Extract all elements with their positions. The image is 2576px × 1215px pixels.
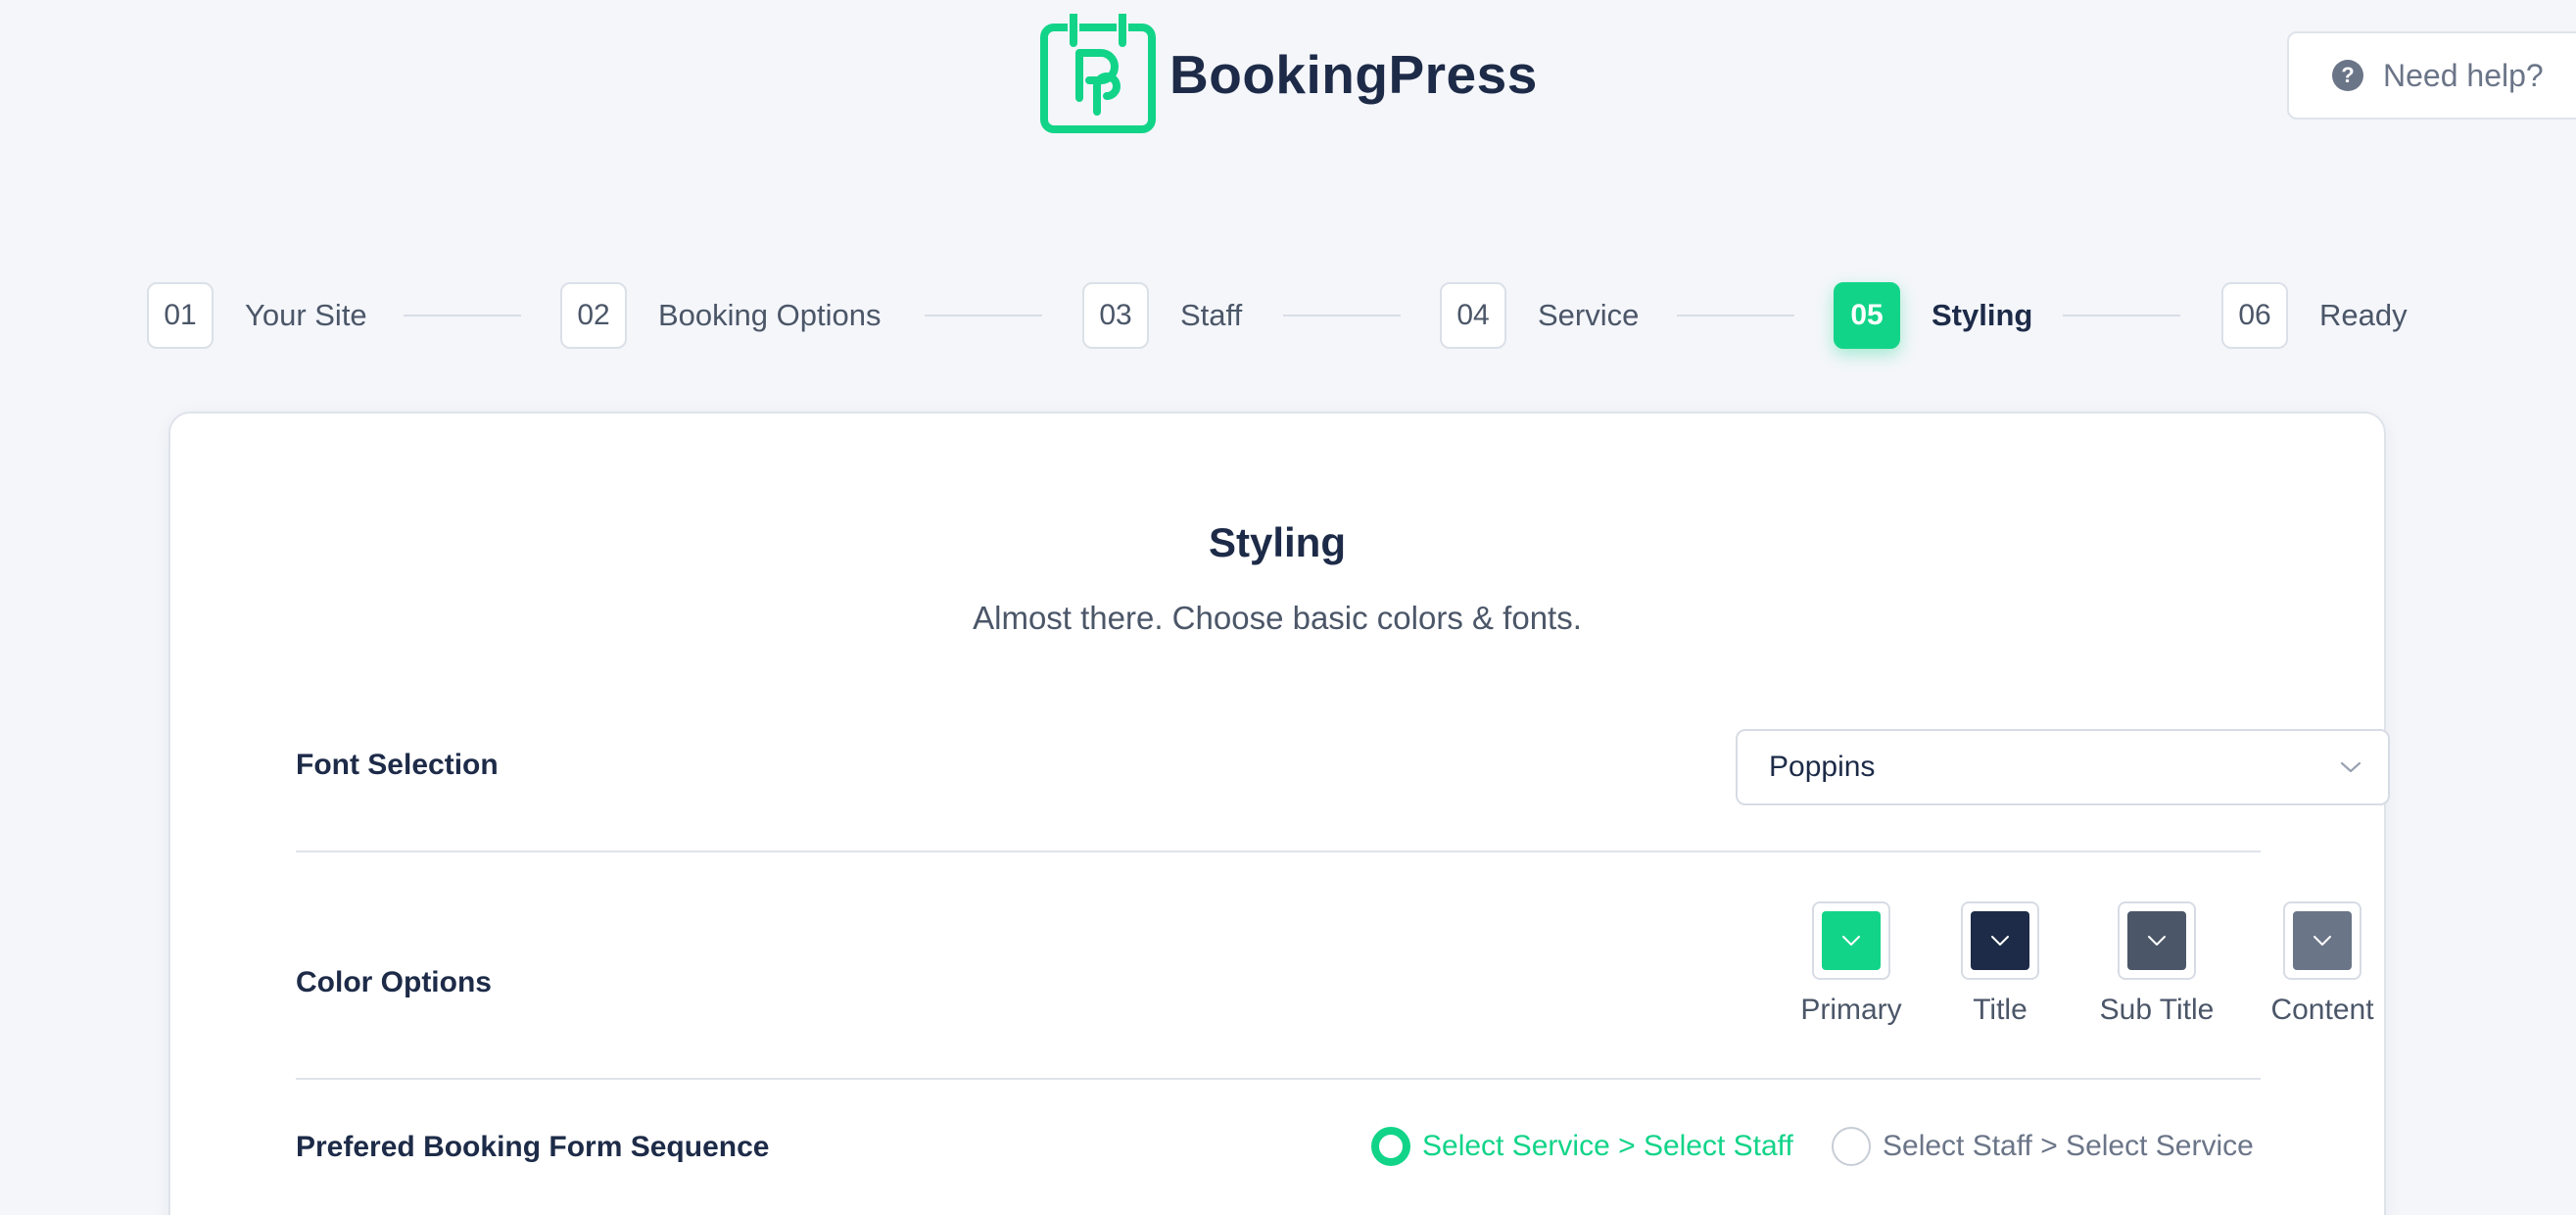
styling-card: Styling Almost there. Choose basic color… — [168, 412, 2390, 1215]
step-connector — [925, 315, 1042, 316]
question-circle-icon: ? — [2332, 60, 2363, 91]
chevron-down-icon — [1991, 936, 2009, 946]
onboarding-wizard-page: BookingPress ? Need help? 01 Your Site 0… — [0, 0, 2576, 1215]
sequence-option-staff-first[interactable]: Select Staff > Select Service — [1832, 1127, 2254, 1166]
swatch-title: Title — [1951, 901, 2049, 1027]
primary-color-label: Primary — [1800, 994, 1902, 1026]
font-select-value: Poppins — [1769, 751, 1876, 783]
chevron-down-icon — [1842, 936, 1860, 946]
chevron-down-icon — [2148, 936, 2166, 946]
step-number: 04 — [1440, 282, 1506, 349]
content-color-picker[interactable] — [2283, 901, 2361, 980]
step-connector — [404, 315, 521, 316]
title-color-picker[interactable] — [1961, 901, 2039, 980]
step-number-active: 05 — [1834, 282, 1900, 349]
step-styling[interactable]: 05 Styling — [1834, 282, 2032, 349]
step-your-site[interactable]: 01 Your Site — [147, 282, 367, 349]
brand-name: BookingPress — [1169, 43, 1538, 105]
step-staff[interactable]: 03 Staff — [1082, 282, 1242, 349]
font-selection-label: Font Selection — [296, 749, 499, 781]
need-help-button[interactable]: ? Need help? — [2287, 31, 2576, 120]
booking-sequence-row: Prefered Booking Form Sequence Select Se… — [296, 1125, 2261, 1174]
swatch-primary: Primary — [1792, 901, 1910, 1027]
step-connector — [1283, 315, 1401, 316]
radio-checked[interactable] — [1371, 1127, 1410, 1166]
step-label: Your Site — [245, 298, 367, 332]
content-color-label: Content — [2270, 994, 2374, 1026]
step-number: 02 — [560, 282, 627, 349]
sequence-option-service-first[interactable]: Select Service > Select Staff — [1371, 1127, 1793, 1166]
primary-color-fill — [1822, 911, 1881, 970]
content-color-fill — [2293, 911, 2352, 970]
step-service[interactable]: 04 Service — [1440, 282, 1639, 349]
primary-color-picker[interactable] — [1812, 901, 1890, 980]
brand-logo: BookingPress — [1040, 14, 1538, 135]
divider — [296, 850, 2261, 852]
color-options-label: Color Options — [296, 966, 492, 998]
need-help-label: Need help? — [2383, 57, 2544, 93]
step-connector — [1677, 315, 1794, 316]
title-color-fill — [1971, 911, 2029, 970]
swatch-sub-title: Sub Title — [2088, 901, 2225, 1027]
wizard-stepper: 01 Your Site 02 Booking Options 03 Staff… — [147, 282, 2409, 349]
sub-title-color-label: Sub Title — [2099, 994, 2215, 1026]
sequence-option-label: Select Service > Select Staff — [1422, 1130, 1793, 1162]
divider — [296, 1078, 2261, 1080]
sequence-option-label: Select Staff > Select Service — [1883, 1130, 2254, 1162]
step-label: Ready — [2319, 298, 2408, 332]
booking-sequence-label: Prefered Booking Form Sequence — [296, 1131, 770, 1163]
radio-unchecked[interactable] — [1832, 1127, 1871, 1166]
swatch-content: Content — [2261, 901, 2384, 1027]
step-label-active: Styling — [1932, 298, 2033, 332]
card-title: Styling — [1208, 519, 1346, 565]
step-label: Staff — [1180, 298, 1243, 332]
sub-title-color-picker[interactable] — [2118, 901, 2196, 980]
step-number: 03 — [1082, 282, 1149, 349]
chevron-down-icon — [2314, 936, 2331, 946]
color-options-row: Color Options Primary Title Sub Title Co… — [296, 901, 2374, 1039]
font-select[interactable]: Poppins — [1736, 729, 2390, 805]
step-label: Service — [1538, 298, 1640, 332]
step-ready[interactable]: 06 Ready — [2221, 282, 2408, 349]
step-label: Booking Options — [658, 298, 882, 332]
step-booking-options[interactable]: 02 Booking Options — [560, 282, 881, 349]
chevron-down-icon — [2340, 761, 2361, 773]
step-connector — [2063, 315, 2180, 316]
step-number: 01 — [147, 282, 214, 349]
sub-title-color-fill — [2127, 911, 2186, 970]
title-color-label: Title — [1973, 994, 2027, 1026]
font-selection-row: Font Selection Poppins — [296, 729, 2390, 805]
bookingpress-logo-icon — [1040, 14, 1156, 133]
card-subtitle: Almost there. Choose basic colors & font… — [973, 600, 1582, 636]
step-number: 06 — [2221, 282, 2288, 349]
